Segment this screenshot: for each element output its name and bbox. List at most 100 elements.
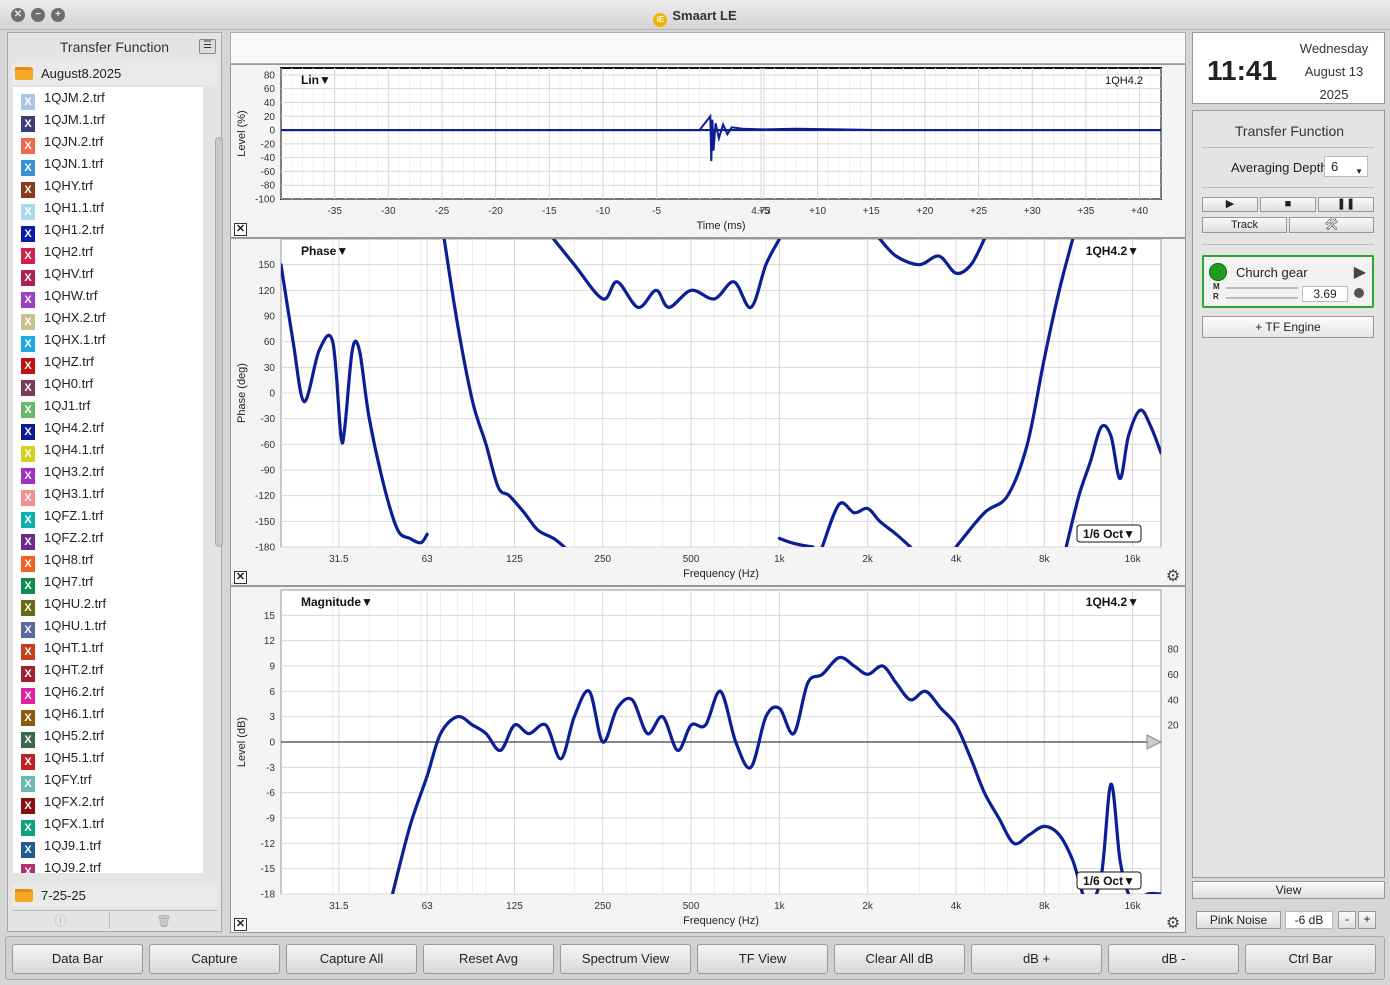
file-item[interactable]: X 1QH5.1.trf <box>13 747 203 770</box>
magnitude-pane-close-icon[interactable]: ✕ <box>234 918 247 931</box>
file-list: X 1QJM.2.trf X 1QJM.1.trf X 1QJN.2.trf X 1QJN.1… <box>13 87 203 873</box>
file-item[interactable]: X 1QH6.2.trf <box>13 681 203 704</box>
file-item-label: 1QH6.2.trf <box>44 684 104 699</box>
record-icon[interactable] <box>1354 288 1364 298</box>
command-button-capture[interactable]: Capture <box>149 944 280 974</box>
info-button[interactable]: ⓘ <box>12 913 110 929</box>
phase-chart[interactable]: 31.5 63 125 250 500 1k 2k 4k 8k 16k 150 120 90 60 30 0 -… <box>231 239 1185 585</box>
chart-type-dropdown[interactable]: Lin▼ <box>301 73 331 87</box>
file-item[interactable]: X 1QHT.1.trf <box>13 637 203 660</box>
x-tick-label: +30 <box>1024 206 1041 217</box>
file-list-scroll-thumb[interactable] <box>215 137 223 547</box>
track-button[interactable]: Track <box>1202 217 1287 233</box>
file-item[interactable]: X 1QH3.1.trf <box>13 483 203 506</box>
command-button-db-[interactable]: dB - <box>1108 944 1239 974</box>
file-item[interactable]: X 1QHV.trf <box>13 263 203 286</box>
smoothing-dropdown[interactable]: 1/6 Oct▼ <box>1076 524 1142 543</box>
file-item[interactable]: X 1QJ1.trf <box>13 395 203 418</box>
pink-noise-button[interactable]: Pink Noise <box>1196 911 1281 929</box>
pink-noise-decrease-button[interactable]: - <box>1338 911 1356 929</box>
chart-type-dropdown[interactable]: Phase▼ <box>301 244 348 258</box>
file-item[interactable]: X 1QH7.trf <box>13 571 203 594</box>
impulse-chart[interactable]: -35 -30 -25 -20 -15 -10 -5 4.73+5 +10 +15 +20 +25 +3… <box>231 65 1185 237</box>
file-item[interactable]: X 1QHY.trf <box>13 175 203 198</box>
impulse-pane-close-icon[interactable]: ✕ <box>234 223 247 236</box>
folder-7-25-25[interactable]: 7-25-25 <box>12 885 218 907</box>
file-item[interactable]: X 1QJM.1.trf <box>13 109 203 132</box>
file-list-scrollbar[interactable] <box>214 129 225 935</box>
file-item[interactable]: X 1QHW.trf <box>13 285 203 308</box>
command-button-clear-all-db[interactable]: Clear All dB <box>834 944 965 974</box>
folder-august[interactable]: August8.2025 <box>12 63 218 85</box>
file-item[interactable]: X 1QH4.2.trf <box>13 417 203 440</box>
measurement-engine-church-gear[interactable]: Church gear ▶ M R 3.69 <box>1202 255 1374 308</box>
play-button[interactable]: ▶ <box>1202 197 1258 212</box>
file-item[interactable]: X 1QHX.1.trf <box>13 329 203 352</box>
phase-settings-gear-icon[interactable]: ⚙ <box>1165 569 1181 585</box>
y-tick-label: 40 <box>264 98 276 109</box>
file-item[interactable]: X 1QH5.2.trf <box>13 725 203 748</box>
file-item[interactable]: X 1QHU.1.trf <box>13 615 203 638</box>
file-item[interactable]: X 1QH3.2.trf <box>13 461 203 484</box>
add-tf-engine-button[interactable]: + TF Engine <box>1202 316 1374 338</box>
file-item[interactable]: X 1QFZ.2.trf <box>13 527 203 550</box>
delete-button[interactable]: 🗑 <box>115 913 213 929</box>
file-item[interactable]: X 1QJN.2.trf <box>13 131 203 154</box>
file-item[interactable]: X 1QFZ.1.trf <box>13 505 203 528</box>
clock-day: Wednesday <box>1299 41 1369 56</box>
engine-play-icon[interactable]: ▶ <box>1354 262 1366 282</box>
trace-file-icon: X <box>21 380 35 396</box>
folder-august-label: August8.2025 <box>41 66 122 81</box>
command-button-db-[interactable]: dB + <box>971 944 1102 974</box>
trace-file-icon: X <box>21 578 35 594</box>
file-item[interactable]: X 1QJM.2.trf <box>13 87 203 110</box>
pink-noise-level[interactable]: -6 dB <box>1285 911 1333 929</box>
file-item[interactable]: X 1QJ9.2.trf <box>13 857 203 873</box>
averaging-depth-select[interactable]: 6 ▼ <box>1324 156 1368 177</box>
file-item[interactable]: X 1QH4.1.trf <box>13 439 203 462</box>
magnitude-settings-gear-icon[interactable]: ⚙ <box>1165 916 1181 932</box>
engine-delay-value[interactable]: 3.69 <box>1302 286 1348 302</box>
magnitude-chart[interactable]: 31.5 63 125 250 500 1k 2k 4k 8k 16k15129630-3-6-9… <box>231 587 1185 932</box>
file-item[interactable]: X 1QHT.2.trf <box>13 659 203 682</box>
meter-r-bar <box>1226 297 1298 299</box>
command-button-reset-avg[interactable]: Reset Avg <box>423 944 554 974</box>
command-button-tf-view[interactable]: TF View <box>697 944 828 974</box>
y-tick-label: -30 <box>261 414 276 425</box>
command-button-data-bar[interactable]: Data Bar <box>12 944 143 974</box>
trace-file-icon: X <box>21 226 35 242</box>
command-button-capture-all[interactable]: Capture All <box>286 944 417 974</box>
file-item[interactable]: X 1QH1.2.trf <box>13 219 203 242</box>
file-item[interactable]: X 1QFY.trf <box>13 769 203 792</box>
smoothing-dropdown[interactable]: 1/6 Oct▼ <box>1076 871 1142 890</box>
file-browser-menu-button[interactable]: ☰ <box>199 39 216 54</box>
trace-file-icon: X <box>21 336 35 352</box>
command-button-spectrum-view[interactable]: Spectrum View <box>560 944 691 974</box>
trace-file-icon: X <box>21 842 35 858</box>
file-item-label: 1QHX.2.trf <box>44 310 106 325</box>
command-button-ctrl-bar[interactable]: Ctrl Bar <box>1245 944 1376 974</box>
view-button[interactable]: View <box>1192 881 1385 899</box>
file-item[interactable]: X 1QH8.trf <box>13 549 203 572</box>
stop-button[interactable]: ■ <box>1260 197 1316 212</box>
pink-noise-increase-button[interactable]: + <box>1358 911 1376 929</box>
file-item[interactable]: X 1QHU.2.trf <box>13 593 203 616</box>
engine-status-icon[interactable] <box>1209 263 1227 281</box>
file-item[interactable]: X 1QFX.1.trf <box>13 813 203 836</box>
pause-button[interactable]: ❚❚ <box>1318 197 1374 212</box>
file-item-label: 1QHV.trf <box>44 266 94 281</box>
phase-pane-close-icon[interactable]: ✕ <box>234 571 247 584</box>
file-item[interactable]: X 1QH1.1.trf <box>13 197 203 220</box>
tools-button[interactable]: 🛠 <box>1289 217 1374 233</box>
file-item[interactable]: X 1QJN.1.trf <box>13 153 203 176</box>
file-item[interactable]: X 1QH0.trf <box>13 373 203 396</box>
file-item[interactable]: X 1QFX.2.trf <box>13 791 203 814</box>
file-item[interactable]: X 1QJ9.1.trf <box>13 835 203 858</box>
file-item[interactable]: X 1QH2.trf <box>13 241 203 264</box>
file-item[interactable]: X 1QHZ.trf <box>13 351 203 374</box>
y-tick-label: 15 <box>264 611 276 622</box>
chart-type-dropdown[interactable]: Magnitude▼ <box>301 595 373 609</box>
file-item[interactable]: X 1QHX.2.trf <box>13 307 203 330</box>
file-browser-title: Transfer Function <box>59 39 170 55</box>
file-item[interactable]: X 1QH6.1.trf <box>13 703 203 726</box>
